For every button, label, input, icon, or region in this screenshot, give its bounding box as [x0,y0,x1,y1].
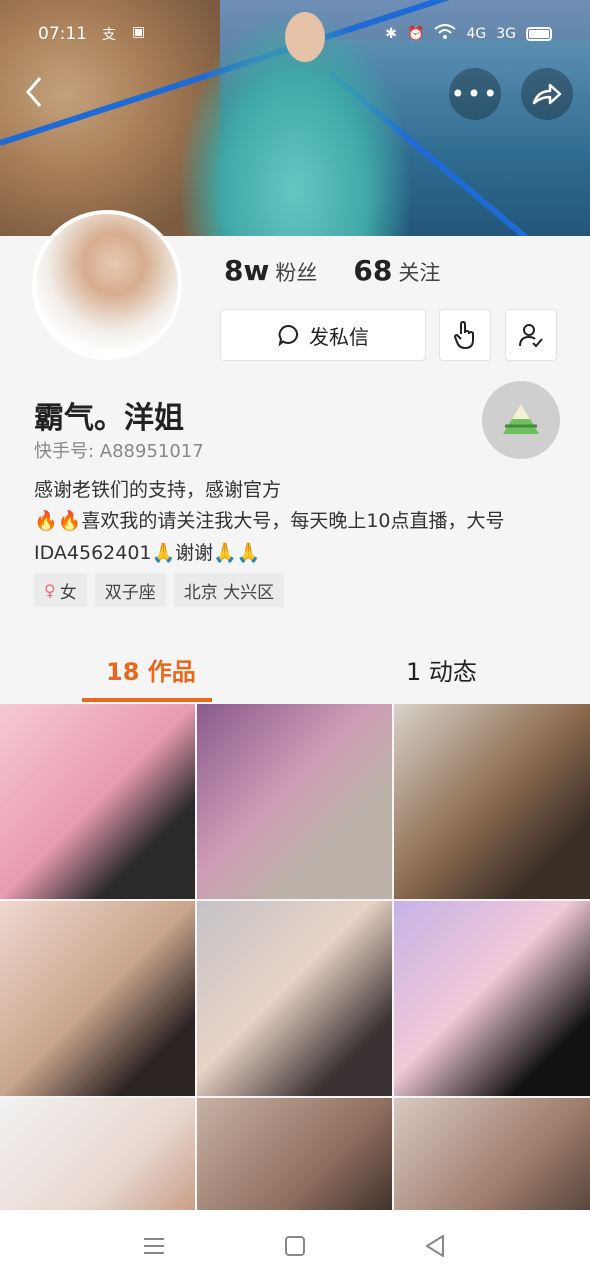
nav-back-button[interactable] [421,1232,449,1260]
back-icon [26,77,42,107]
back-button[interactable] [22,70,62,118]
following-count: 68 [353,254,393,287]
follow-status-button[interactable] [505,309,557,361]
menu-icon [144,1238,164,1254]
female-icon: ♀ [44,580,56,600]
signal-4g: 4G [466,26,487,42]
status-bar: 07:11 支 ▣ ✱ ⏰ 4G 3G [0,18,590,54]
battery-icon [526,27,552,41]
work-thumbnail[interactable] [394,1098,590,1210]
nav-menu-button[interactable] [140,1232,168,1260]
tab-active-indicator [82,698,212,702]
message-button[interactable]: 发私信 [220,309,426,361]
alarm-icon: ⏰ [407,26,425,42]
profile-tags: ♀ 女 双子座 北京 大兴区 [34,573,285,607]
work-thumbnail[interactable] [197,1098,392,1210]
back-triangle-icon [426,1235,444,1257]
profile-page: 07:11 支 ▣ ✱ ⏰ 4G 3G ••• 8w 粉丝 68 关注 发私信 … [0,0,590,1280]
following-stat[interactable]: 68 关注 [353,254,440,287]
poke-button[interactable] [439,309,491,361]
hand-tap-icon [454,321,474,349]
nav-home-button[interactable] [281,1232,309,1260]
status-time: 07:11 [38,24,87,44]
stats-row: 8w 粉丝 68 关注 [224,254,440,287]
bluetooth-icon: ✱ [385,26,398,42]
kuaishou-id: 快手号: A88951017 [34,441,204,462]
share-button[interactable] [521,68,573,120]
user-check-icon [519,324,543,348]
tab-works[interactable]: 18 作品 [106,652,196,687]
status-icons: ✱ ⏰ 4G 3G [385,24,552,44]
avatar[interactable] [32,210,182,360]
followers-stat[interactable]: 8w 粉丝 [224,254,317,287]
work-thumbnail[interactable] [394,704,590,899]
work-thumbnail[interactable] [197,704,392,899]
followers-label: 粉丝 [275,261,318,285]
location-tag: 北京 大兴区 [173,573,285,607]
profile-name: 霸气。洋姐 [34,401,184,436]
work-thumbnail[interactable] [0,1098,195,1210]
gender-tag: ♀ 女 [34,573,87,607]
works-grid [0,704,590,1210]
tab-moments[interactable]: 1 动态 [406,652,477,687]
message-button-label: 发私信 [309,324,369,349]
work-thumbnail[interactable] [0,704,195,899]
work-thumbnail[interactable] [197,901,392,1096]
work-thumbnail[interactable] [0,901,195,1096]
bio-line-2: 🔥🔥喜欢我的请关注我大号，每天晚上10点直播，大号IDA4562401🙏谢谢🙏🙏 [34,510,505,564]
notification-icon: ▣ [132,24,146,40]
festival-badge[interactable] [482,381,560,459]
signal-3g: 3G [496,26,516,42]
following-label: 关注 [398,261,441,285]
home-icon [285,1236,305,1256]
more-button[interactable]: ••• [449,68,501,120]
zodiac-tag: 双子座 [94,573,166,607]
more-icon: ••• [450,80,500,108]
followers-count: 8w [224,254,270,287]
wifi-icon [434,24,457,44]
system-nav-bar [0,1210,590,1280]
chat-bubble-icon [278,324,298,347]
bio-line-1: 感谢老铁们的支持，感谢官方 [34,479,282,501]
alipay-icon: 支 [102,27,116,43]
work-thumbnail[interactable] [394,901,590,1096]
content-tabs: 18 作品 1 动态 [0,636,590,704]
gender-tag-label: 女 [59,582,77,603]
zongzi-icon [503,404,539,434]
share-icon [532,83,562,105]
